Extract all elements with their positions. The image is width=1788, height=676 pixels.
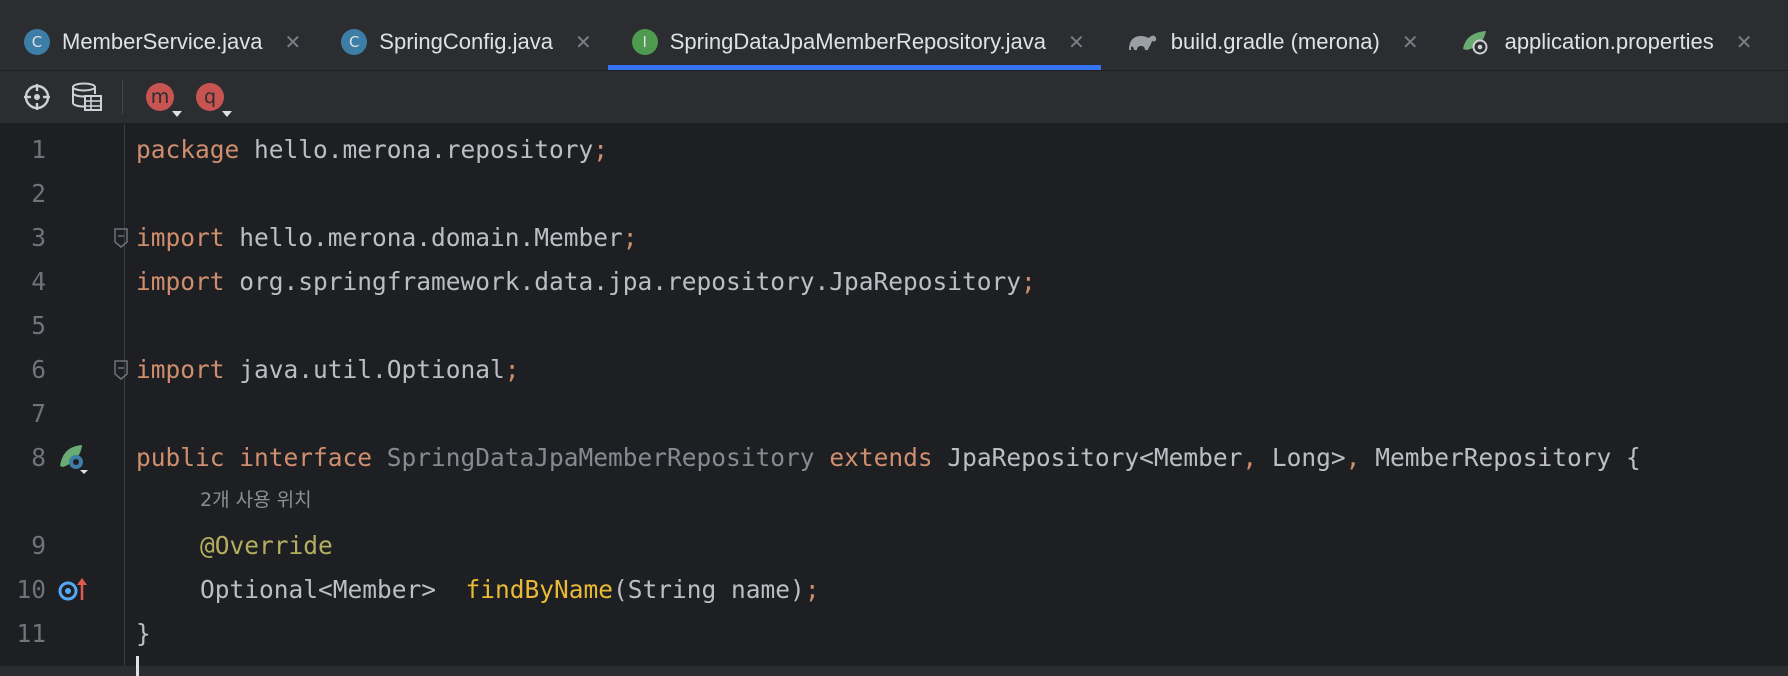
code-line[interactable]: 8 public interface SpringDataJpaMemberRep… <box>0 436 1788 480</box>
line-number: 9 <box>31 531 46 560</box>
method-badge-icon: m <box>146 83 182 117</box>
query-badge-icon: q <box>196 83 232 117</box>
code-token: findByName <box>465 575 614 604</box>
locate-target-icon[interactable] <box>20 80 54 114</box>
interface-icon: I <box>631 29 658 55</box>
code-line[interactable]: 1 package hello.merona.repository; <box>0 128 1788 172</box>
code-token: hello.merona.repository <box>254 135 594 164</box>
line-number: 1 <box>31 135 46 164</box>
code-line[interactable]: 5 <box>0 304 1788 348</box>
code-line[interactable]: 4 import org.springframework.data.jpa.rep… <box>0 260 1788 304</box>
code-token: ; <box>804 575 820 604</box>
spring-repository-gutter-icon[interactable] <box>58 442 90 474</box>
editor-tab[interactable]: C SpringConfig.java ✕ <box>317 14 607 70</box>
code-token: ; <box>1021 267 1036 296</box>
code-line[interactable]: 10 Optional<Member> findByName(String nam… <box>0 568 1788 612</box>
close-tab-icon[interactable]: ✕ <box>1736 30 1753 54</box>
tab-label: MemberService.java <box>62 29 263 54</box>
line-number: 5 <box>31 311 46 340</box>
tab-label: SpringConfig.java <box>379 29 553 54</box>
code-token: import <box>136 355 225 384</box>
tab-label: build.gradle (merona) <box>1170 29 1380 54</box>
line-number: 3 <box>31 223 46 252</box>
line-number: 6 <box>31 355 46 384</box>
class-icon: C <box>24 29 50 55</box>
code-line[interactable]: 6 import java.util.Optional; <box>0 348 1788 392</box>
code-token: import <box>136 223 225 252</box>
code-line[interactable]: 2 <box>0 172 1788 216</box>
code-token: org.springframework.data.jpa.repository.… <box>239 267 1022 296</box>
editor-tab[interactable]: application.properties ✕ <box>1435 14 1769 70</box>
code-text: } <box>136 612 151 656</box>
code-line[interactable]: 7 <box>0 392 1788 436</box>
database-table-icon[interactable] <box>70 80 104 114</box>
code-line[interactable]: 9 @Override <box>0 524 1788 568</box>
method-badge-letter: m <box>150 86 170 108</box>
code-token: @Override <box>200 531 333 560</box>
line-number: 10 <box>16 575 46 604</box>
code-token: SpringDataJpaMemberRepository <box>386 443 815 472</box>
tab-label: SpringDataJpaMemberRepository.java <box>669 29 1046 54</box>
code-token: ; <box>622 223 638 252</box>
code-token: , <box>1242 443 1258 472</box>
code-text: @Override <box>200 524 333 568</box>
code-token: ; <box>593 135 609 164</box>
tab-label: application.properties <box>1504 29 1714 54</box>
toolbar-separator <box>122 80 123 114</box>
window-top-strip <box>0 0 1788 15</box>
code-token: } <box>136 619 151 648</box>
class-icon: C <box>341 29 368 55</box>
gradle-icon <box>1125 29 1159 55</box>
code-token: Optional<Member> <box>200 575 451 604</box>
close-tab-icon[interactable]: ✕ <box>1068 30 1085 54</box>
line-number: 4 <box>31 267 46 296</box>
text-caret <box>136 656 139 676</box>
editor-tab[interactable]: I SpringDataJpaMemberRepository.java ✕ <box>607 14 1101 70</box>
code-token: hello.merona.domain.Member <box>239 223 623 252</box>
fold-marker-icon[interactable] <box>114 228 128 248</box>
spring-properties-icon <box>1459 29 1493 55</box>
code-token: (String name) <box>613 575 805 604</box>
fold-marker-icon[interactable] <box>114 360 128 380</box>
editor-tab[interactable]: C MemberService.java ✕ <box>0 14 317 70</box>
line-number: 2 <box>31 179 46 208</box>
code-line[interactable]: 3 import hello.merona.domain.Member; <box>0 216 1788 260</box>
code-line[interactable]: 11} <box>0 612 1788 656</box>
method-filter-button[interactable]: m <box>143 80 182 117</box>
usages-inlay-hint[interactable]: 2개 사용 위치 <box>200 480 312 520</box>
line-number: 8 <box>31 443 46 472</box>
code-text: package hello.merona.repository; <box>136 128 608 172</box>
code-editor[interactable]: 1 package hello.merona.repository; 2 3 impor… <box>0 124 1788 676</box>
code-token: package <box>136 135 240 164</box>
close-tab-icon[interactable]: ✕ <box>1402 30 1419 54</box>
editor-toolbar: m q <box>0 71 1788 124</box>
code-text: Optional<Member> findByName(String name)… <box>200 568 820 612</box>
dropdown-caret-icon <box>172 111 182 117</box>
code-token: JpaRepository<Member <box>947 443 1243 472</box>
code-text: import java.util.Optional; <box>136 348 520 392</box>
code-token: ; <box>504 355 520 384</box>
close-tab-icon[interactable]: ✕ <box>285 30 302 54</box>
code-token: import <box>136 267 225 296</box>
line-number: 11 <box>16 619 46 648</box>
query-badge-letter: q <box>203 86 217 108</box>
code-text: import org.springframework.data.jpa.repo… <box>136 260 1036 304</box>
code-token: , <box>1345 443 1361 472</box>
code-text: public interface SpringDataJpaMemberRepo… <box>136 436 1641 480</box>
code-token: extends <box>829 443 933 472</box>
line-number: 7 <box>31 399 46 428</box>
editor-tab[interactable]: build.gradle (merona) ✕ <box>1101 14 1435 70</box>
overrides-method-gutter-icon[interactable] <box>58 574 90 606</box>
code-text: import hello.merona.domain.Member; <box>136 216 638 260</box>
editor-tab-bar: C MemberService.java ✕ C SpringConfig.java ✕ I… <box>0 14 1788 71</box>
code-token: java.util.Optional <box>239 355 505 384</box>
dropdown-caret-icon <box>222 111 232 117</box>
code-token: MemberRepository { <box>1375 443 1641 472</box>
code-token: public interface <box>136 443 373 472</box>
query-filter-button[interactable]: q <box>193 80 232 117</box>
code-token: Long> <box>1271 443 1346 472</box>
close-tab-icon[interactable]: ✕ <box>575 30 592 54</box>
